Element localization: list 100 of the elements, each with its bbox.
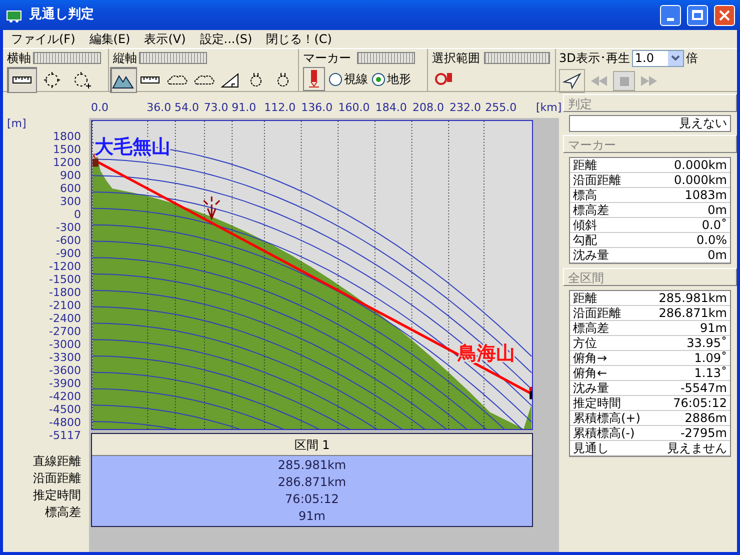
x-axis-tick: 73.0 — [204, 100, 228, 116]
stop-icon — [620, 76, 628, 86]
panel-header: 全区間 — [563, 268, 737, 286]
row-label: 標高 — [573, 188, 597, 202]
toolbar-button[interactable] — [110, 67, 137, 93]
table-cell: 76:05:12 — [285, 491, 339, 508]
y-axis-tick: 0 — [74, 208, 81, 221]
menu-item[interactable]: 設定...(S) — [200, 30, 252, 48]
column-header: 区間 1 — [92, 434, 532, 456]
table-cell: 285.981km — [278, 457, 346, 474]
y-axis-tick: -2400 — [49, 312, 81, 325]
panel-header: 判定 — [563, 94, 737, 112]
row-value: 1.13˚ — [694, 366, 727, 380]
maximize-button[interactable] — [687, 4, 708, 26]
y-axis-tick: -300 — [56, 221, 81, 234]
x-axis-tick: 136.0 — [301, 100, 333, 116]
row-label: 俯角← — [573, 366, 608, 380]
slider-track[interactable] — [33, 52, 101, 64]
slider-track[interactable] — [357, 52, 415, 64]
row-value: 33.95˚ — [686, 336, 727, 350]
x-axis-tick: 112.0 — [264, 100, 296, 116]
row-label: 標高差 — [45, 504, 81, 521]
toolbar-label: 選択範囲 — [432, 50, 480, 67]
row-value: 0m — [708, 248, 727, 262]
row-label: 推定時間 — [573, 396, 621, 410]
row-label: 距離 — [573, 291, 597, 305]
judgement-value: 見えない — [569, 115, 731, 132]
row-label: 累積標高(+) — [573, 411, 640, 425]
marker-button[interactable] — [303, 67, 325, 91]
row-label: 沿面距離 — [33, 470, 81, 487]
row-label: 標高差 — [573, 321, 609, 335]
x-axis-tick: 184.0 — [375, 100, 407, 116]
menu-item[interactable]: 表示(V) — [144, 30, 186, 48]
x-axis-unit: [km] — [536, 100, 562, 116]
marker-icon — [202, 196, 220, 220]
row-value: -5547m — [680, 381, 727, 395]
row-value: 0.0% — [696, 233, 727, 247]
row-label: 俯角→ — [573, 351, 608, 365]
triangle-icon — [219, 70, 242, 90]
unit-label: 倍 — [686, 50, 698, 67]
row-label: 傾斜 — [573, 218, 597, 232]
y-axis-tick: -1800 — [49, 286, 81, 299]
row-label: 直線距離 — [33, 453, 81, 470]
y-axis-tick: -900 — [56, 247, 81, 260]
close-button[interactable] — [714, 4, 735, 26]
3d-view-button[interactable] — [559, 69, 585, 93]
row-label: 沿面距離 — [573, 306, 621, 320]
y-axis-tick: -1200 — [49, 260, 81, 273]
row-value: 2886m — [684, 411, 727, 425]
maximize-icon — [692, 10, 703, 20]
table-cell: 286.871km — [278, 474, 346, 491]
row-label: 沈み量 — [573, 248, 609, 262]
y-axis-tick: 1800 — [53, 130, 81, 143]
toolbar-label: マーカー — [303, 50, 351, 67]
row-label: 勾配 — [573, 233, 597, 247]
x-axis-tick: 36.0 — [146, 100, 172, 116]
y-axis-tick: 900 — [60, 169, 81, 182]
row-value: 0.0˚ — [702, 218, 727, 232]
y-axis-tick: -600 — [56, 234, 81, 247]
window-title: 見通し判定 — [29, 6, 95, 24]
y-axis-tick: -2100 — [49, 299, 81, 312]
y-axis-tick: 600 — [60, 182, 81, 195]
row-label: 標高差 — [573, 203, 609, 217]
close-icon — [719, 10, 730, 20]
minimize-icon — [667, 18, 674, 20]
y-axis-tick: -3900 — [49, 377, 81, 390]
slider-track[interactable] — [139, 52, 207, 64]
row-value: 1083m — [684, 188, 727, 202]
x-axis-tick: 54.0 — [174, 100, 199, 116]
y-axis-tick: -2700 — [49, 325, 81, 338]
table-cell: 91m — [298, 508, 326, 525]
row-label: 距離 — [573, 158, 597, 172]
row-value: 1.09˚ — [694, 351, 727, 365]
y-axis-tick: -3300 — [49, 351, 81, 364]
toolbar-label: 横軸 — [7, 50, 31, 67]
y-axis-tick: -4500 — [49, 403, 81, 416]
menu-item[interactable]: 編集(E) — [89, 30, 130, 48]
speed-select[interactable]: 1.0 — [632, 50, 684, 66]
toolbar-label: 縦軸 — [113, 50, 137, 67]
slider-track[interactable] — [484, 52, 550, 64]
minimize-button[interactable] — [660, 4, 681, 26]
x-axis-tick: 208.0 — [412, 100, 444, 116]
row-label: 沈み量 — [573, 381, 609, 395]
radio-option[interactable]: 視線 — [329, 70, 368, 88]
row-value: 0m — [708, 203, 727, 217]
row-value: 0.000km — [674, 158, 727, 172]
row-label: 累積標高(-) — [573, 426, 635, 440]
toolbar-label: 3D表示･再生 — [559, 50, 630, 67]
y-axis-unit: [m] — [6, 118, 28, 130]
menu-item[interactable]: ファイル(F) — [11, 30, 76, 48]
radio-option[interactable]: 地形 — [372, 70, 411, 88]
row-label: 方位 — [573, 336, 597, 350]
row-label: 沿面距離 — [573, 173, 621, 187]
row-label: 推定時間 — [33, 487, 81, 504]
dotted-circle-icon — [41, 70, 63, 90]
y-axis-tick: 1200 — [53, 156, 81, 169]
toolbar-button[interactable] — [7, 67, 37, 93]
menu-item[interactable]: 閉じる！(C) — [266, 30, 332, 48]
x-axis-tick: 160.0 — [338, 100, 370, 116]
row-label: 見通し — [573, 441, 609, 455]
